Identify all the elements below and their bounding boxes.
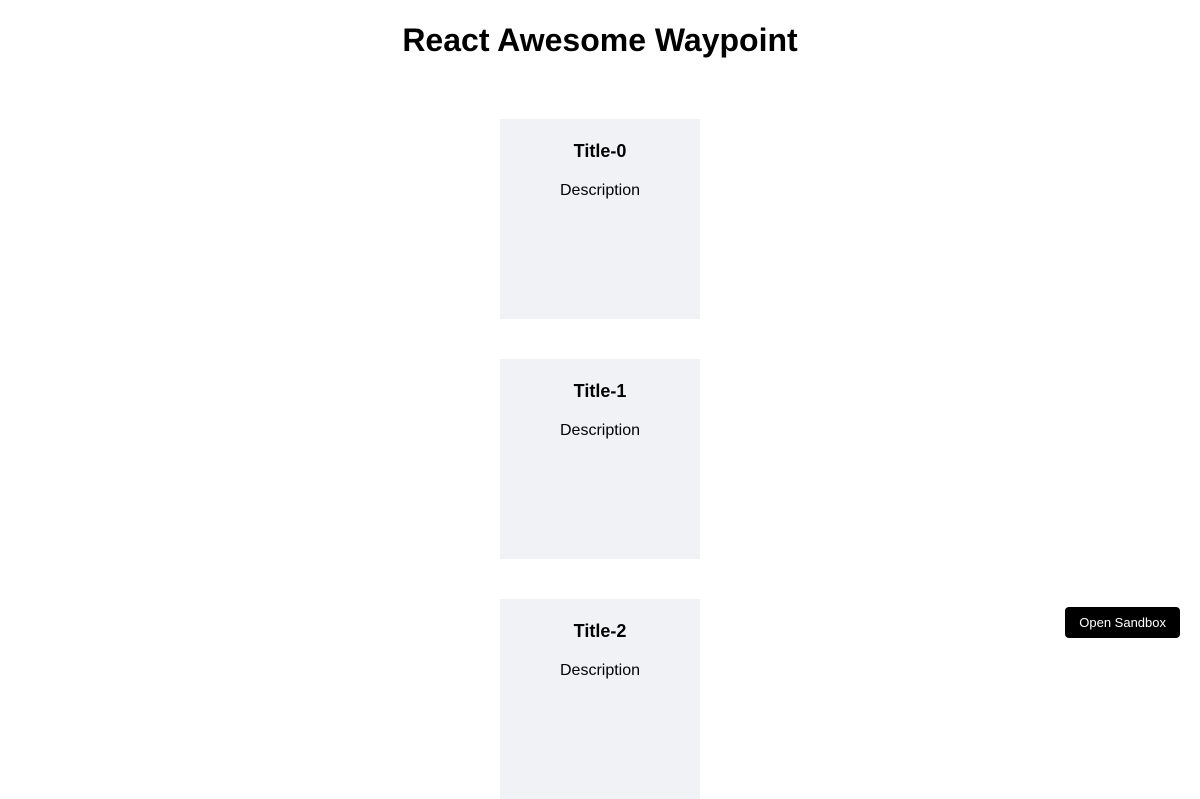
card-title: Title-1 bbox=[500, 381, 700, 402]
card: Title-2 Description bbox=[500, 599, 700, 799]
open-sandbox-button[interactable]: Open Sandbox bbox=[1065, 607, 1180, 638]
card-title: Title-2 bbox=[500, 621, 700, 642]
card-description: Description bbox=[500, 662, 700, 680]
page-title: React Awesome Waypoint bbox=[0, 22, 1200, 59]
cards-container: Title-0 Description Title-1 Description … bbox=[0, 119, 1200, 799]
card: Title-1 Description bbox=[500, 359, 700, 559]
card-title: Title-0 bbox=[500, 141, 700, 162]
card-description: Description bbox=[500, 422, 700, 440]
card: Title-0 Description bbox=[500, 119, 700, 319]
card-description: Description bbox=[500, 182, 700, 200]
